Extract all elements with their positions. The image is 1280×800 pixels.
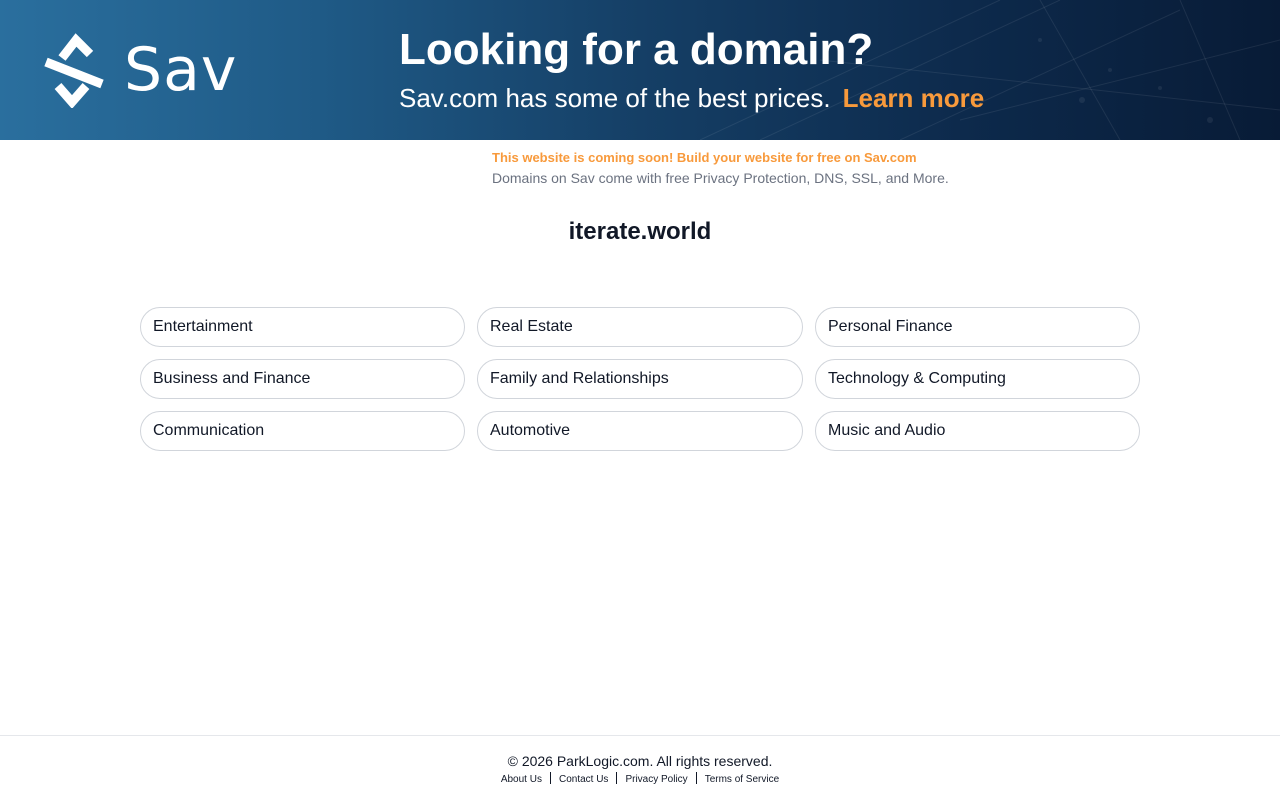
category-link[interactable]: Business and Finance: [140, 359, 465, 399]
coming-soon-link[interactable]: This website is coming soon! Build your …: [492, 149, 1012, 167]
footer-divider: [695, 772, 697, 784]
domain-title: iterate.world: [568, 218, 712, 245]
contact-us-link[interactable]: Contact Us: [559, 774, 608, 785]
category-link[interactable]: Entertainment: [140, 307, 465, 347]
footer-links: About Us Contact Us Privacy Policy Terms of…: [0, 772, 1280, 787]
category-link[interactable]: Family and Relationships: [477, 359, 803, 399]
banner-subline: Sav.com has some of the best prices. Lear…: [399, 83, 984, 114]
features-text: Domains on Sav come with free Privacy Pr…: [492, 170, 949, 186]
terms-of-service-link[interactable]: Terms of Service: [705, 774, 779, 785]
privacy-policy-link[interactable]: Privacy Policy: [625, 774, 687, 785]
sav-logo: Sav: [40, 32, 237, 108]
category-grid: Entertainment Real Estate Personal Finan…: [140, 307, 1140, 451]
banner-headline: Looking for a domain?: [399, 25, 874, 74]
category-link[interactable]: Real Estate: [477, 307, 803, 347]
category-link[interactable]: Automotive: [477, 411, 803, 451]
sav-promo-banner[interactable]: Sav Looking for a domain? Sav.com has so…: [0, 0, 1280, 140]
footer-divider: [616, 772, 618, 784]
footer-divider: [549, 772, 551, 784]
banner-subline-text: Sav.com has some of the best prices.: [399, 83, 831, 113]
sav-logo-icon: [44, 33, 104, 108]
about-us-link[interactable]: About Us: [501, 774, 542, 785]
page-footer: © 2026 ParkLogic.com. All rights reserve…: [0, 735, 1280, 800]
category-link[interactable]: Music and Audio: [815, 411, 1140, 451]
learn-more-link[interactable]: Learn more: [843, 83, 985, 113]
coming-soon-notice: This website is coming soon! Build your …: [492, 149, 1012, 187]
sav-logo-text: Sav: [124, 35, 238, 105]
category-link[interactable]: Personal Finance: [815, 307, 1140, 347]
category-link[interactable]: Communication: [140, 411, 465, 451]
copyright-text: © 2026 ParkLogic.com. All rights reserve…: [507, 753, 773, 769]
category-link[interactable]: Technology & Computing: [815, 359, 1140, 399]
